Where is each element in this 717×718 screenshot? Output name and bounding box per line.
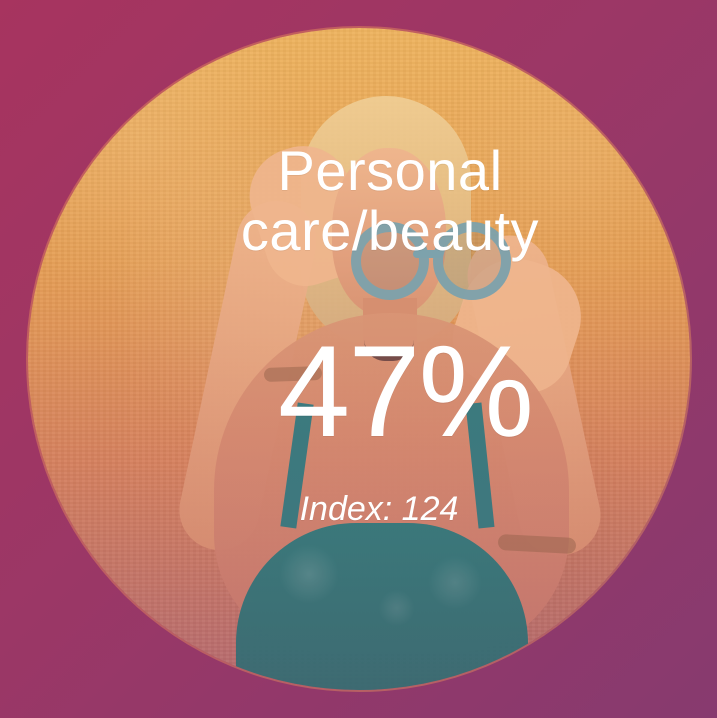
color-overlay [28,28,690,690]
hero-card: Personal care/beauty 47% Index: 124 [0,0,717,718]
photo-circle [28,28,690,690]
